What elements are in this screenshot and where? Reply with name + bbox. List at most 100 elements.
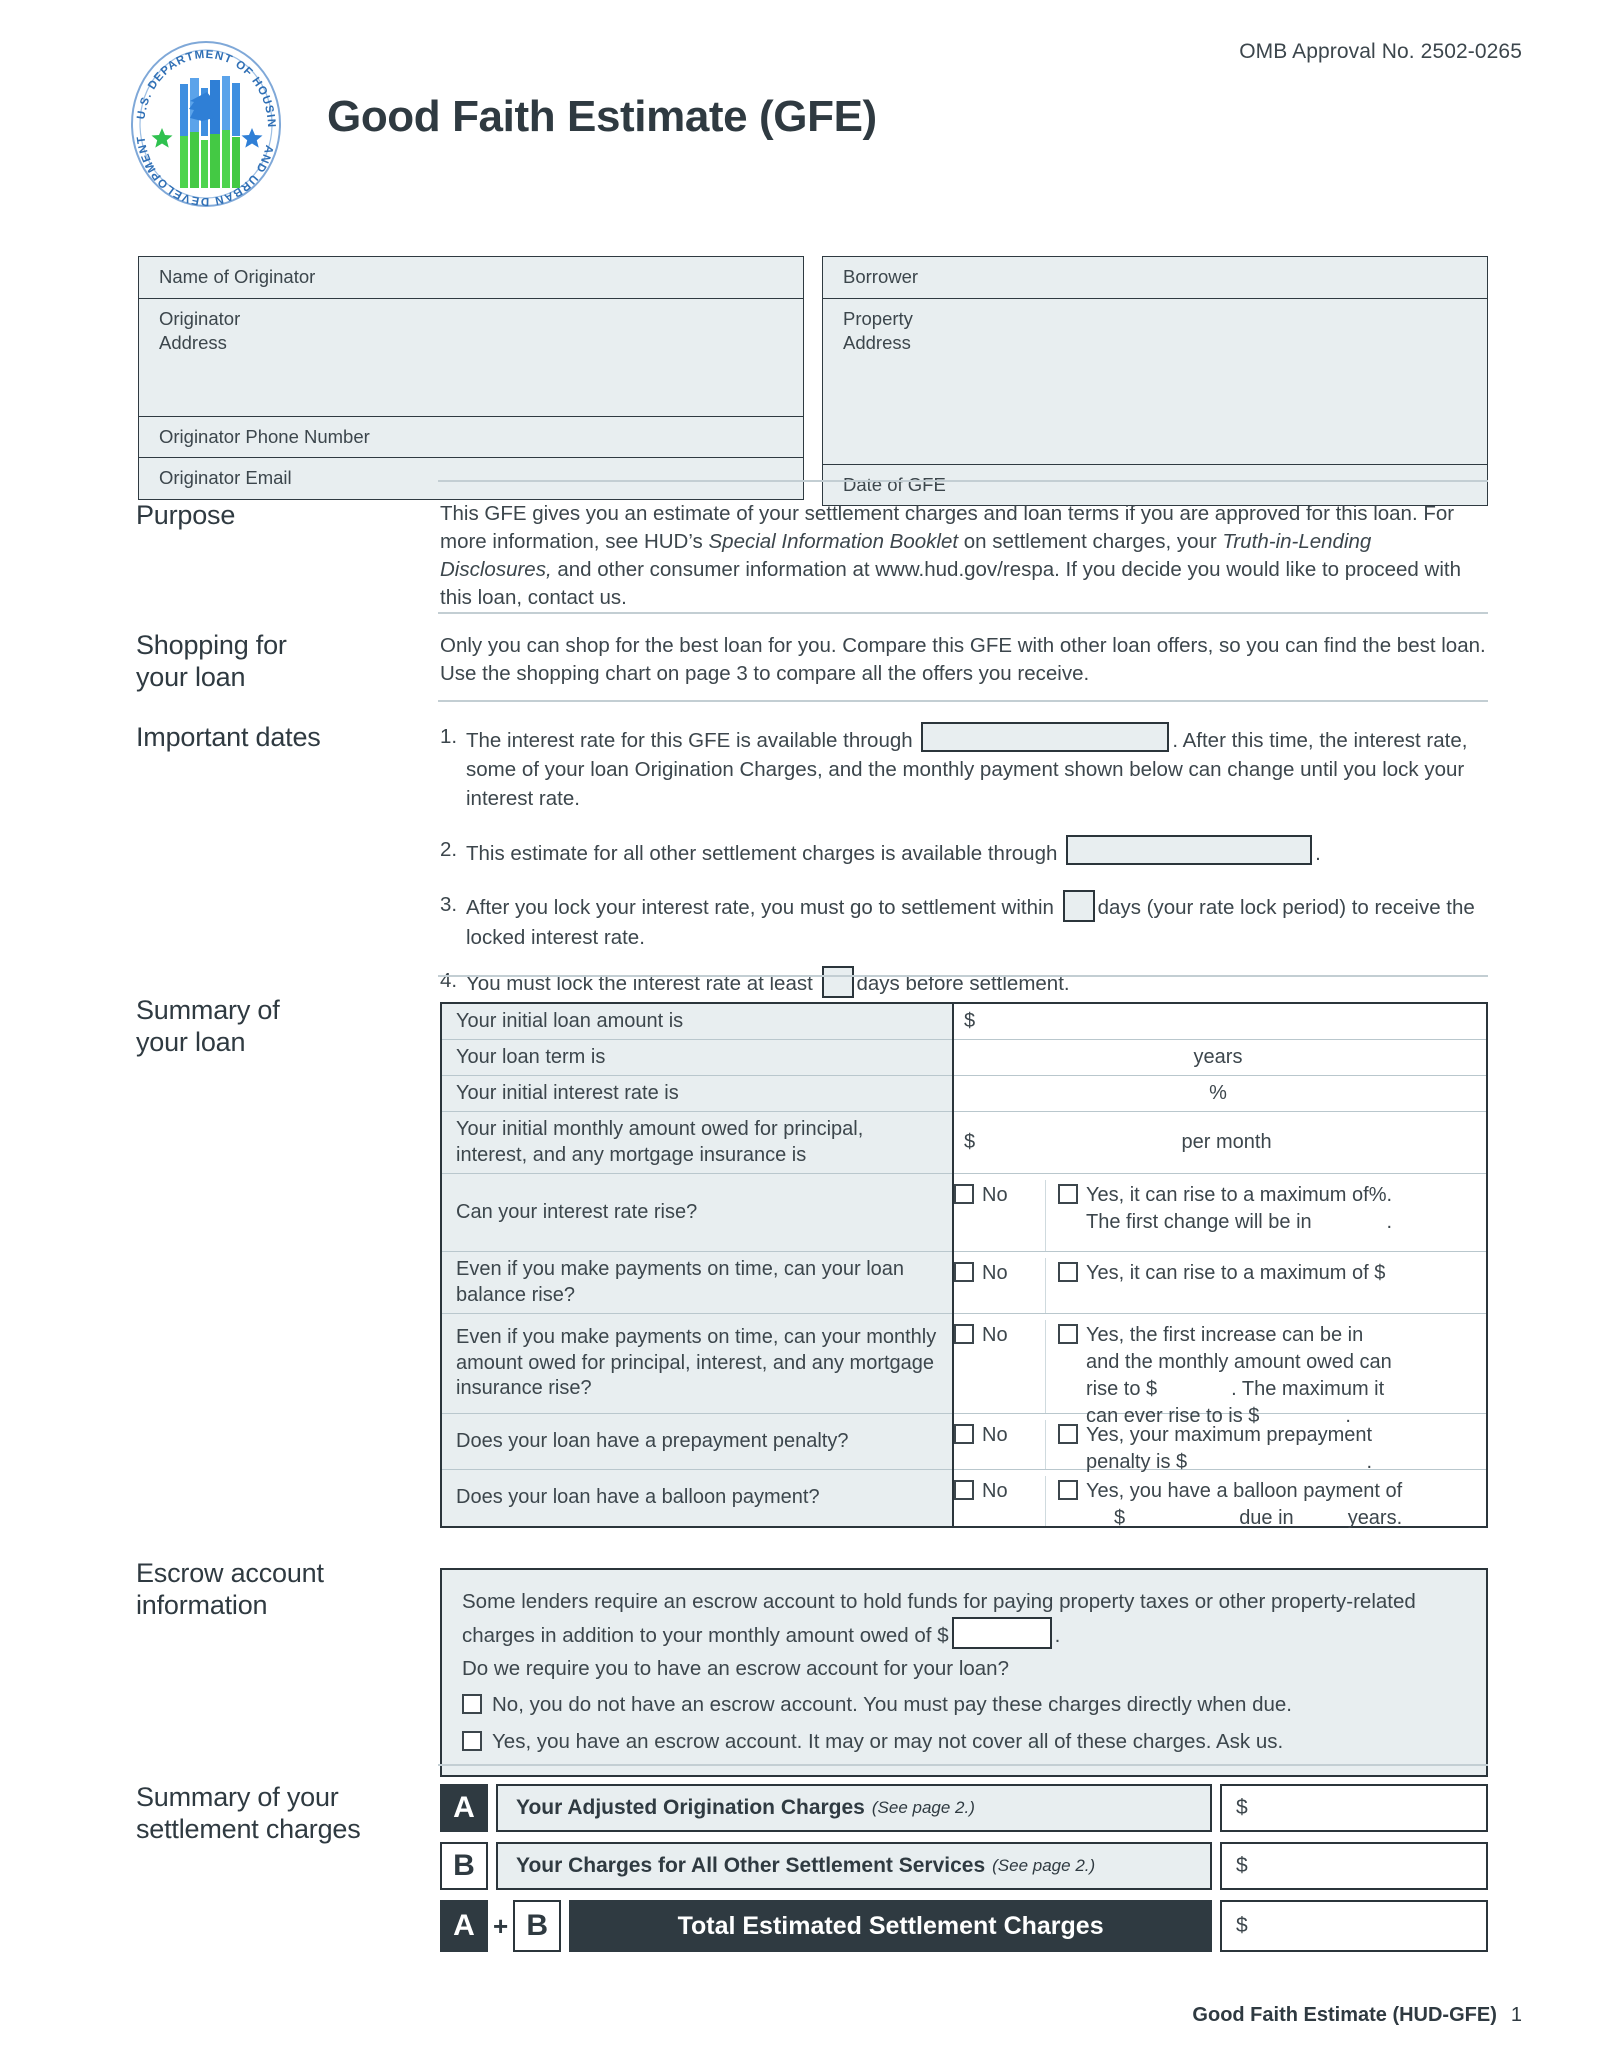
lock-days-before-settlement-input[interactable] bbox=[821, 965, 854, 998]
monthly-rise-yes-text: Yes, the first increase can be in and th… bbox=[1086, 1322, 1392, 1430]
prepayment-answer: No Yes, your maximum prepayment penalty … bbox=[954, 1414, 1486, 1473]
charges-row-a: A Your Adjusted Origination Charges (See… bbox=[440, 1784, 1488, 1832]
item-3-text-a: After you lock your interest rate, you m… bbox=[466, 896, 1054, 920]
loan-summary-answers: $ years % $ per month No Yes, it can ris… bbox=[954, 1004, 1486, 1529]
section-label-important-dates: Important dates bbox=[136, 722, 321, 752]
escrow-label-line1: Escrow account bbox=[136, 1558, 324, 1588]
rate-rise-yesno: No Yes, it can rise to a maximum of%. Th… bbox=[954, 1180, 1486, 1251]
row-initial-loan-amount-label: Your initial loan amount is bbox=[442, 1004, 952, 1040]
row-loan-term-label: Your loan term is bbox=[442, 1040, 952, 1076]
initial-monthly-amount-value[interactable]: $ per month bbox=[954, 1112, 1486, 1174]
escrow-option-yes[interactable]: Yes, you have an escrow account. It may … bbox=[462, 1726, 1466, 1757]
footer-page-number: 1 bbox=[1510, 2004, 1522, 2026]
checkbox-icon[interactable] bbox=[1058, 1480, 1078, 1500]
balloon-no-option[interactable]: No bbox=[954, 1476, 1046, 1526]
balloon-dollar: $ bbox=[1114, 1507, 1126, 1529]
balloon-line1: Yes, you have a balloon payment of bbox=[1086, 1480, 1403, 1502]
balloon-answer: No Yes, you have a balloon payment of $ d… bbox=[954, 1470, 1486, 1529]
gfe-form-page: OMB Approval No. 2502-0265 U.S. DEPARTME… bbox=[0, 0, 1600, 2071]
total-charges-amount[interactable]: $ bbox=[1220, 1900, 1488, 1952]
checkbox-icon[interactable] bbox=[1058, 1324, 1078, 1344]
escrow-option-yes-label: Yes, you have an escrow account. It may … bbox=[492, 1729, 1284, 1753]
originator-phone-field[interactable]: Originator Phone Number bbox=[138, 416, 804, 459]
charges-label-line2: settlement charges bbox=[136, 1813, 361, 1844]
checkbox-icon[interactable] bbox=[1058, 1262, 1078, 1282]
charges-b-note: (See page 2.) bbox=[992, 1856, 1096, 1875]
no-label: No bbox=[982, 1184, 1008, 1206]
originator-email-field[interactable]: Originator Email bbox=[138, 458, 804, 500]
rate-rise-yes-option[interactable]: Yes, it can rise to a maximum of%. The f… bbox=[1046, 1180, 1486, 1236]
page-title: Good Faith Estimate (GFE) bbox=[327, 92, 877, 141]
item-3-text: After you lock your interest rate, you m… bbox=[466, 890, 1490, 951]
checkbox-icon[interactable] bbox=[1058, 1184, 1078, 1204]
rate-rise-no-option[interactable]: No bbox=[954, 1180, 1046, 1251]
escrow-intro-b: . bbox=[1054, 1624, 1061, 1648]
prepayment-no-option[interactable]: No bbox=[954, 1420, 1046, 1469]
section-label-purpose: Purpose bbox=[136, 500, 236, 530]
initial-loan-amount-value[interactable]: $ bbox=[954, 1004, 1486, 1040]
checkbox-icon[interactable] bbox=[954, 1480, 974, 1500]
hud-seal-icon: U.S. DEPARTMENT OF HOUSING AND URBAN DEV… bbox=[113, 27, 294, 212]
row-balloon-payment-label: Does your loan have a balloon payment? bbox=[442, 1470, 952, 1526]
initial-interest-rate-value[interactable]: % bbox=[954, 1076, 1486, 1112]
prepayment-yes-option[interactable]: Yes, your maximum prepayment penalty is … bbox=[1046, 1420, 1486, 1476]
escrow-option-no[interactable]: No, you do not have an escrow account. Y… bbox=[462, 1689, 1466, 1720]
rate-rise-answer: No Yes, it can rise to a maximum of%. Th… bbox=[954, 1174, 1486, 1252]
charges-a-amount[interactable]: $ bbox=[1220, 1784, 1488, 1832]
balance-rise-yes-option[interactable]: Yes, it can rise to a maximum of $ bbox=[1046, 1258, 1486, 1287]
charges-b-amount[interactable]: $ bbox=[1220, 1842, 1488, 1890]
checkbox-icon[interactable] bbox=[954, 1324, 974, 1344]
balance-rise-yesno: No Yes, it can rise to a maximum of $ bbox=[954, 1258, 1486, 1313]
rate-rise-percent: %. bbox=[1368, 1184, 1393, 1206]
row-rate-rise-label: Can your interest rate rise? bbox=[442, 1174, 952, 1252]
charges-label-line1: Summary of your bbox=[136, 1782, 339, 1812]
loan-summary-table: Your initial loan amount is Your loan te… bbox=[440, 1002, 1488, 1529]
divider-charges bbox=[438, 1764, 1488, 1766]
originator-address-field[interactable]: Originator Address bbox=[138, 298, 804, 417]
checkbox-icon[interactable] bbox=[954, 1184, 974, 1204]
rate-lock-period-days-input[interactable] bbox=[1062, 890, 1095, 923]
page-header: OMB Approval No. 2502-0265 U.S. DEPARTME… bbox=[0, 0, 1600, 225]
item-1-number: 1. bbox=[440, 725, 458, 748]
dollar-sign: $ bbox=[964, 1009, 976, 1032]
item-2-text-b: . bbox=[1315, 842, 1321, 866]
checkbox-icon[interactable] bbox=[462, 1730, 482, 1751]
escrow-monthly-amount-input[interactable] bbox=[951, 1617, 1052, 1650]
borrower-field[interactable]: Borrower bbox=[822, 256, 1488, 299]
rate-rise-period: . bbox=[1386, 1211, 1393, 1233]
divider-purpose bbox=[438, 480, 1488, 482]
identity-fields: Name of Originator Originator Address Or… bbox=[138, 256, 1488, 507]
checkbox-icon[interactable] bbox=[462, 1694, 482, 1715]
interest-rate-available-through-input[interactable] bbox=[921, 722, 1170, 752]
shopping-label-line2: your loan bbox=[136, 661, 246, 692]
important-dates-list: 1. The interest rate for this GFE is ava… bbox=[440, 722, 1490, 998]
badge-b-total: B bbox=[513, 1900, 562, 1952]
badge-b: B bbox=[440, 1842, 488, 1890]
balloon-years: years. bbox=[1347, 1507, 1403, 1529]
loan-summary-label-line2: your loan bbox=[136, 1026, 246, 1057]
checkbox-icon[interactable] bbox=[954, 1262, 974, 1282]
shopping-label-line1: Shopping for bbox=[136, 630, 287, 660]
item-2-text-a: This estimate for all other settlement c… bbox=[466, 842, 1058, 866]
balloon-yes-option[interactable]: Yes, you have a balloon payment of $ due … bbox=[1046, 1476, 1486, 1532]
property-address-field[interactable]: Property Address bbox=[822, 298, 1488, 465]
important-date-item-3: 3. After you lock your interest rate, yo… bbox=[440, 890, 1490, 951]
prepayment-line1: Yes, your maximum prepayment bbox=[1086, 1424, 1373, 1446]
settlement-charges-available-through-input[interactable] bbox=[1066, 835, 1313, 866]
name-of-originator-field[interactable]: Name of Originator bbox=[138, 256, 804, 299]
divider-loan-summary bbox=[438, 975, 1488, 977]
important-date-item-1: 1. The interest rate for this GFE is ava… bbox=[440, 722, 1490, 813]
property-address-label-2: Address bbox=[843, 332, 911, 354]
checkbox-icon[interactable] bbox=[1058, 1424, 1078, 1444]
item-1-text-a: The interest rate for this GFE is availa… bbox=[466, 729, 913, 752]
monthly-rise-no-option[interactable]: No bbox=[954, 1320, 1046, 1413]
monthly-rise-line3b: . The maximum it bbox=[1231, 1378, 1385, 1400]
monthly-rise-line2: and the monthly amount owed can bbox=[1086, 1351, 1392, 1373]
balance-rise-no-option[interactable]: No bbox=[954, 1258, 1046, 1313]
checkbox-icon[interactable] bbox=[954, 1424, 974, 1444]
monthly-rise-yes-option[interactable]: Yes, the first increase can be in and th… bbox=[1046, 1320, 1486, 1430]
no-label: No bbox=[982, 1424, 1008, 1446]
charges-row-b: B Your Charges for All Other Settlement … bbox=[440, 1842, 1488, 1890]
row-prepayment-penalty-label: Does your loan have a prepayment penalty… bbox=[442, 1414, 952, 1470]
loan-term-value[interactable]: years bbox=[954, 1040, 1486, 1076]
